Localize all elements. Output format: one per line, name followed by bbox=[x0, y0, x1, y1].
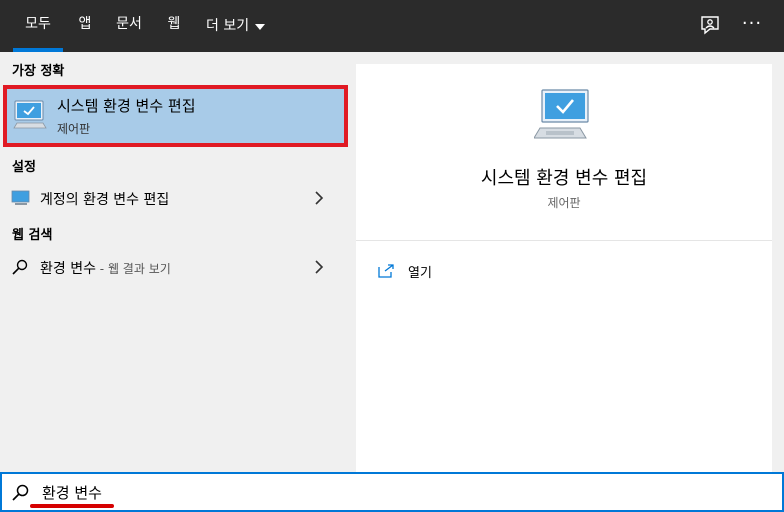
feedback-icon[interactable] bbox=[698, 13, 722, 37]
tab-more[interactable]: 더 보기 bbox=[206, 0, 270, 52]
web-item-label: 환경 변수 - 웹 결과 보기 bbox=[40, 261, 171, 277]
tab-apps[interactable]: 앱 bbox=[73, 0, 97, 52]
settings-item-label: 계정의 환경 변수 편집 bbox=[40, 192, 170, 208]
more-options-icon[interactable]: ··· bbox=[740, 10, 764, 38]
search-input[interactable]: 환경 변수 bbox=[42, 482, 102, 503]
settings-heading: 설정 bbox=[12, 160, 36, 175]
web-item-suffix: - 웹 결과 보기 bbox=[95, 262, 171, 276]
search-icon bbox=[12, 259, 28, 275]
annotation-underline bbox=[30, 504, 114, 508]
best-match-subtitle: 제어판 bbox=[57, 122, 91, 136]
best-match-heading: 가장 정확 bbox=[12, 64, 65, 79]
top-nav-bar: 모두 앱 문서 웹 더 보기 ··· bbox=[0, 0, 784, 52]
computer-icon bbox=[13, 100, 47, 129]
chevron-right-icon[interactable] bbox=[314, 191, 324, 205]
open-label: 열기 bbox=[408, 265, 432, 281]
web-result-item[interactable]: 환경 변수 - 웹 결과 보기 bbox=[0, 250, 344, 284]
divider bbox=[356, 240, 772, 241]
tab-documents[interactable]: 문서 bbox=[113, 0, 145, 52]
search-icon bbox=[12, 484, 29, 501]
open-action[interactable]: 열기 bbox=[378, 260, 432, 282]
tab-all[interactable]: 모두 bbox=[13, 0, 63, 52]
best-match-result[interactable]: 시스템 환경 변수 편집 제어판 bbox=[3, 85, 348, 147]
tab-web[interactable]: 웹 bbox=[163, 0, 185, 52]
search-box[interactable]: 환경 변수 bbox=[0, 472, 784, 512]
settings-result-item[interactable]: 계정의 환경 변수 편집 bbox=[0, 181, 344, 215]
preview-panel: 시스템 환경 변수 편집 제어판 열기 bbox=[356, 64, 772, 472]
open-icon bbox=[378, 264, 394, 278]
preview-subtitle: 제어판 bbox=[547, 196, 581, 210]
computer-icon bbox=[534, 89, 589, 139]
monitor-icon bbox=[11, 190, 30, 205]
web-search-heading: 웹 검색 bbox=[12, 228, 53, 243]
preview-title: 시스템 환경 변수 편집 bbox=[480, 168, 648, 189]
chevron-right-icon[interactable] bbox=[314, 260, 324, 274]
results-panel: 가장 정확 시스템 환경 변수 편집 제어판 설정 계정의 환경 변수 편집 웹… bbox=[0, 52, 348, 472]
best-match-title: 시스템 환경 변수 편집 bbox=[57, 97, 196, 115]
chevron-down-icon bbox=[255, 24, 266, 30]
